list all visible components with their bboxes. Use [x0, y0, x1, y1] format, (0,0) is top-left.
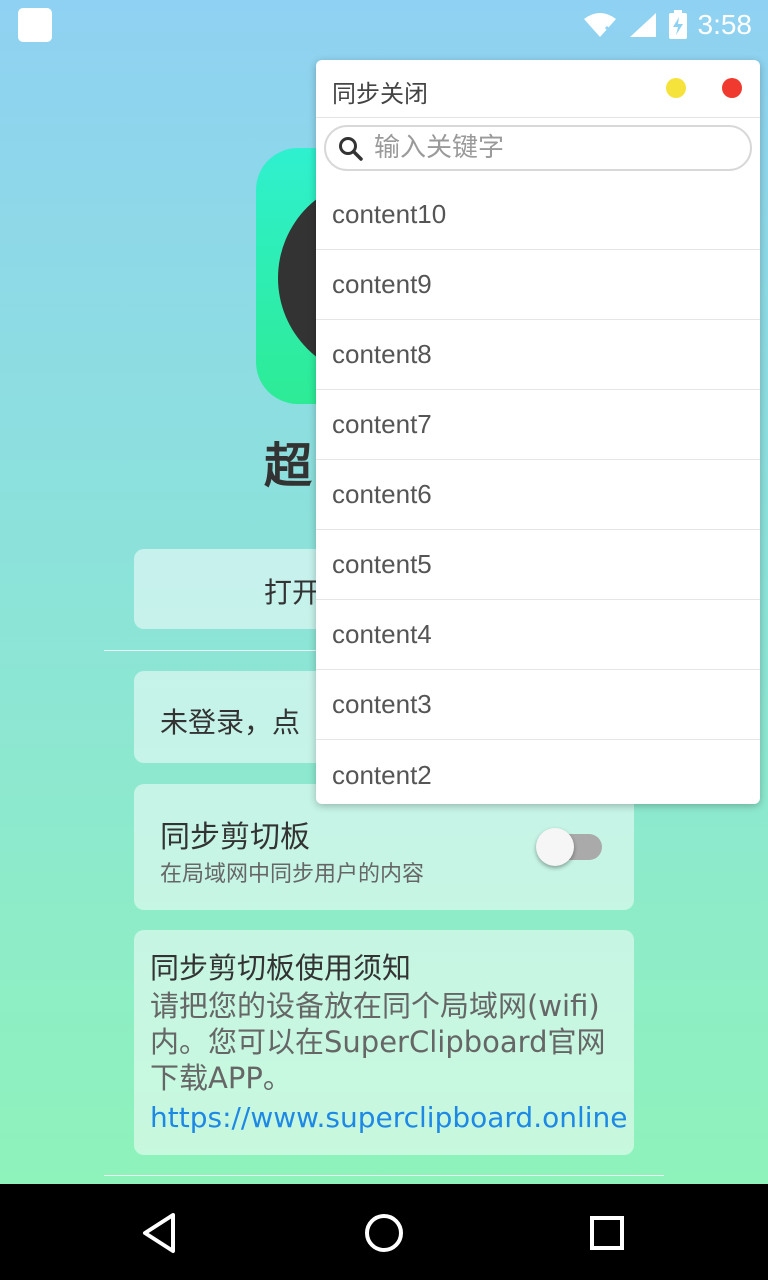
signal-icon: [629, 13, 656, 37]
sync-title: 同步剪切板: [160, 820, 310, 855]
list-item[interactable]: content9: [316, 250, 760, 320]
navigation-bar: [0, 1184, 768, 1280]
notice-body: 请把您的设备放在同个局域网(wifi)内。您可以在SuperClipboard官…: [150, 989, 606, 1095]
status-bar: 3:58: [0, 0, 768, 50]
recent-apps-button[interactable]: [582, 1208, 632, 1258]
notification-app-icon: [18, 8, 52, 42]
back-button[interactable]: [134, 1208, 184, 1258]
divider: [104, 1175, 664, 1176]
sync-subtitle: 在局域网中同步用户的内容: [160, 862, 425, 887]
clipboard-popup: 同步关闭 content10 content9 content8 content…: [316, 60, 760, 804]
popup-title: 同步关闭: [332, 80, 428, 108]
back-icon: [143, 1213, 175, 1253]
notice-card: 同步剪切板使用须知 请把您的设备放在同个局域网(wifi)内。您可以在Super…: [134, 930, 634, 1155]
open-button-label: 打开: [264, 576, 321, 609]
close-button[interactable]: [722, 78, 742, 98]
app-name: 超: [264, 438, 313, 494]
minimize-button[interactable]: [666, 78, 686, 98]
sync-toggle[interactable]: [536, 828, 602, 866]
search-input[interactable]: [374, 129, 740, 167]
notice-title: 同步剪切板使用须知: [150, 951, 412, 985]
home-button[interactable]: [359, 1208, 409, 1258]
list-item[interactable]: content4: [316, 600, 760, 670]
list-item[interactable]: content7: [316, 390, 760, 460]
status-indicators: 3:58: [582, 6, 753, 44]
list-item[interactable]: content8: [316, 320, 760, 390]
recent-apps-icon: [590, 1216, 624, 1250]
list-item[interactable]: content10: [316, 180, 760, 250]
clipboard-list: content10 content9 content8 content7 con…: [316, 180, 760, 804]
battery-charging-icon: [668, 10, 687, 39]
list-item[interactable]: content2: [316, 740, 760, 804]
search-icon: [339, 137, 363, 161]
toggle-thumb: [536, 828, 574, 866]
list-item[interactable]: content5: [316, 530, 760, 600]
home-icon: [365, 1214, 403, 1252]
login-text: 未登录，点: [160, 706, 301, 739]
status-time: 3:58: [697, 9, 753, 40]
list-item[interactable]: content3: [316, 670, 760, 740]
popup-header[interactable]: 同步关闭: [316, 60, 760, 118]
list-item[interactable]: content6: [316, 460, 760, 530]
website-link[interactable]: https://www.superclipboard.online: [150, 1096, 628, 1140]
wifi-icon: [583, 13, 616, 37]
search-box: [324, 125, 752, 171]
